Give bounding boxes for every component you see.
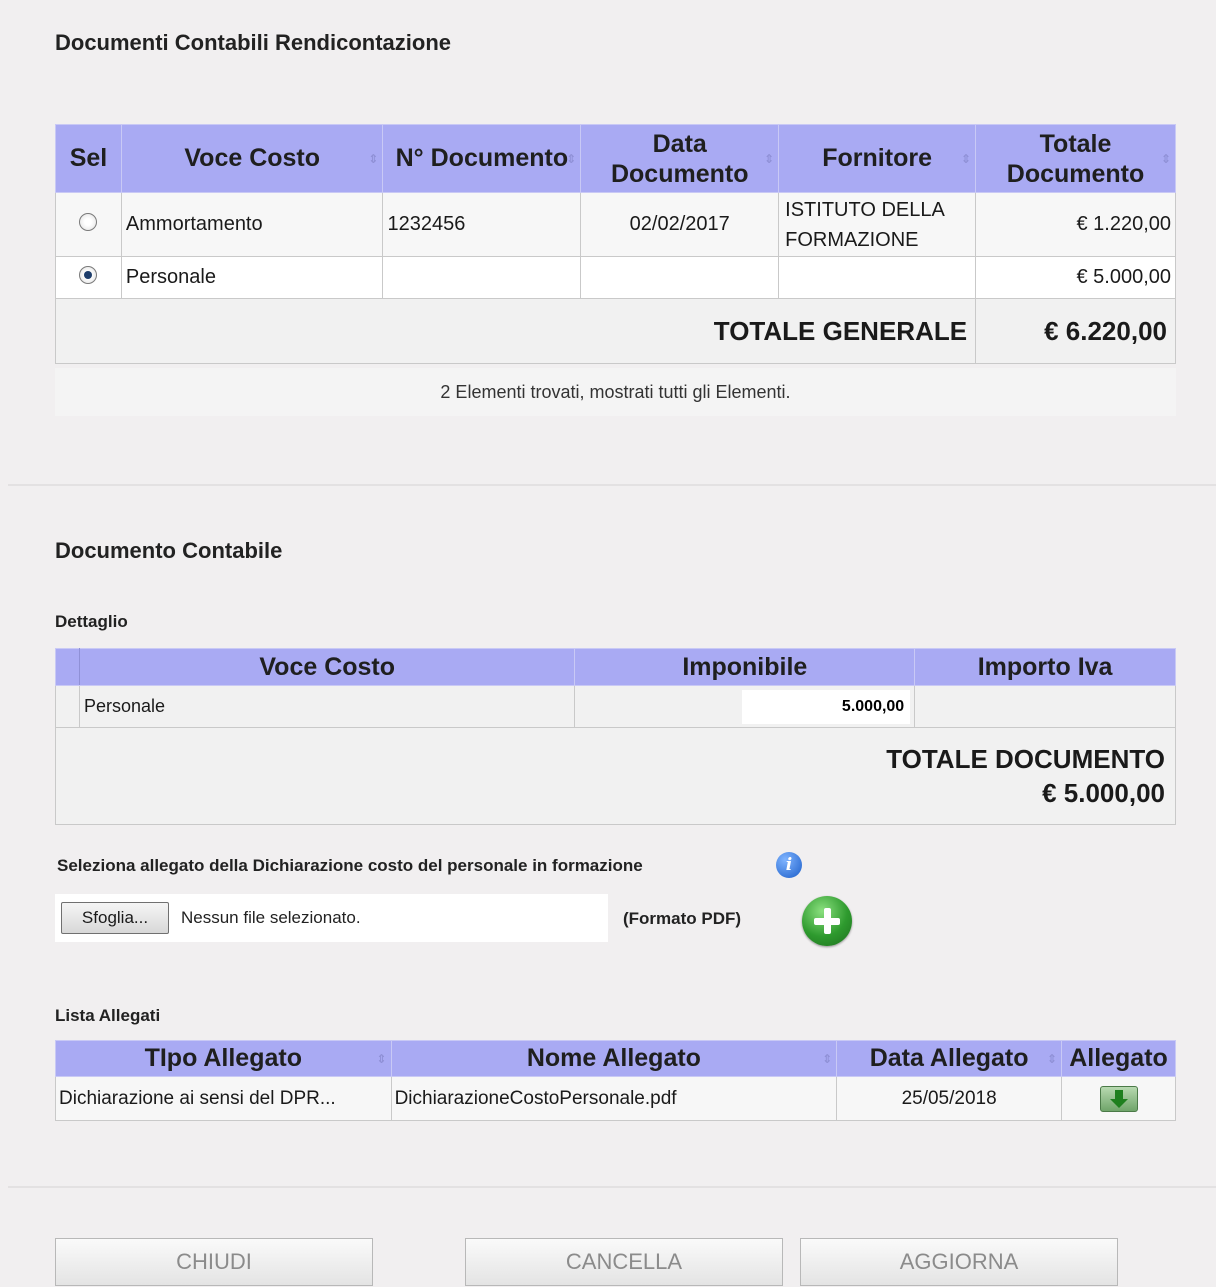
documenti-table: Sel Voce Costo ⇕ N° Documento ⇕ Data Docum… xyxy=(54,124,1176,364)
sort-icon[interactable]: ⇕ xyxy=(822,1052,832,1066)
header-tipo-allegato[interactable]: TIpo Allegato ⇕ xyxy=(55,1040,392,1077)
sort-icon[interactable]: ⇕ xyxy=(961,152,971,166)
browse-button[interactable]: Sfoglia... xyxy=(61,902,169,934)
section-title-documento: Documento Contabile xyxy=(55,538,283,563)
sort-icon[interactable]: ⇕ xyxy=(1047,1052,1057,1066)
chiudi-button[interactable]: CHIUDI xyxy=(55,1238,373,1286)
cell-nome: DichiarazioneCostoPersonale.pdf xyxy=(390,1076,838,1121)
sort-icon[interactable]: ⇕ xyxy=(368,152,378,166)
allegati-table: TIpo Allegato ⇕ Nome Allegato ⇕ Data Alleg… xyxy=(55,1040,1176,1121)
info-icon[interactable]: i xyxy=(776,852,802,878)
header-n-documento[interactable]: N° Documento ⇕ xyxy=(382,124,582,193)
cell-data: 25/05/2018 xyxy=(836,1076,1062,1121)
allegati-title: Lista Allegati xyxy=(55,1006,161,1025)
dettaglio-table: Voce Costo Imponibile Importo Iva Person… xyxy=(55,648,1176,825)
header-totale-documento[interactable]: Totale Documento ⇕ xyxy=(975,124,1176,193)
totale-generale-value: € 6.220,00 xyxy=(975,298,1176,364)
totale-documento-value: € 5.000,00 xyxy=(1042,778,1165,808)
format-hint: (Formato PDF) xyxy=(623,909,742,928)
header-sel: Sel xyxy=(55,124,122,193)
header-data-allegato[interactable]: Data Allegato ⇕ xyxy=(836,1040,1062,1077)
cell-voce: Personale xyxy=(78,685,576,728)
cell-voce: Ammortamento xyxy=(120,192,384,257)
file-input[interactable]: Sfoglia... Nessun file selezionato. xyxy=(55,894,608,942)
cell-iva xyxy=(914,685,1176,728)
upload-label: Seleziona allegato della Dichiarazione c… xyxy=(57,856,643,875)
header-voce-costo[interactable]: Voce Costo ⇕ xyxy=(120,124,384,193)
header-importo-iva: Importo Iva xyxy=(914,648,1176,686)
section-title-documenti: Documenti Contabili Rendicontazione xyxy=(55,30,452,55)
cell-fornitore: ISTITUTO DELLA FORMAZIONE xyxy=(778,192,976,257)
totale-generale-label: TOTALE GENERALE xyxy=(54,298,977,364)
imponibile-input[interactable] xyxy=(742,689,911,724)
section-divider xyxy=(8,484,1216,486)
header-allegato: Allegato xyxy=(1061,1040,1176,1077)
cell-numero xyxy=(382,256,582,299)
aggiorna-button[interactable]: AGGIORNA xyxy=(800,1238,1118,1286)
cancella-button[interactable]: CANCELLA xyxy=(465,1238,783,1286)
cell-tipo: Dichiarazione ai sensi del DPR... xyxy=(55,1076,392,1121)
table-pagination-info: 2 Elementi trovati, mostrati tutti gli E… xyxy=(55,368,1176,416)
cell-totale: € 1.220,00 xyxy=(975,192,1176,257)
header-imponibile: Imponibile xyxy=(574,648,916,686)
header-fornitore[interactable]: Fornitore ⇕ xyxy=(778,124,977,193)
header-nome-allegato[interactable]: Nome Allegato ⇕ xyxy=(390,1040,838,1077)
table-row: Dichiarazione ai sensi del DPR... Dichia… xyxy=(55,1076,1176,1121)
file-status: Nessun file selezionato. xyxy=(181,908,361,927)
download-icon[interactable] xyxy=(1099,1085,1138,1112)
table-row: Personale xyxy=(55,685,1176,728)
sort-icon[interactable]: ⇕ xyxy=(1161,144,1171,174)
cell-fornitore xyxy=(778,256,976,299)
cell-totale: € 5.000,00 xyxy=(975,256,1176,299)
cell-data xyxy=(580,256,780,299)
dettaglio-title: Dettaglio xyxy=(55,612,128,631)
header-voce-costo: Voce Costo xyxy=(78,648,576,686)
table-row[interactable]: Personale € 5.000,00 xyxy=(55,256,1176,299)
header-data-documento[interactable]: Data Documento ⇕ xyxy=(580,124,780,193)
row-select-radio[interactable] xyxy=(79,212,98,231)
sort-icon[interactable]: ⇕ xyxy=(377,1052,387,1066)
cell-voce: Personale xyxy=(120,256,384,299)
add-icon[interactable] xyxy=(802,896,852,946)
sort-icon[interactable]: ⇕ xyxy=(764,144,774,174)
cell-numero: 1232456 xyxy=(382,192,582,257)
row-select-radio[interactable] xyxy=(79,265,98,284)
table-row[interactable]: Ammortamento 1232456 02/02/2017 ISTITUTO… xyxy=(55,192,1176,257)
sort-icon[interactable]: ⇕ xyxy=(566,152,576,166)
cell-data: 02/02/2017 xyxy=(580,192,780,257)
section-divider xyxy=(8,1186,1216,1188)
totale-documento-label: TOTALE DOCUMENTO xyxy=(886,744,1165,774)
